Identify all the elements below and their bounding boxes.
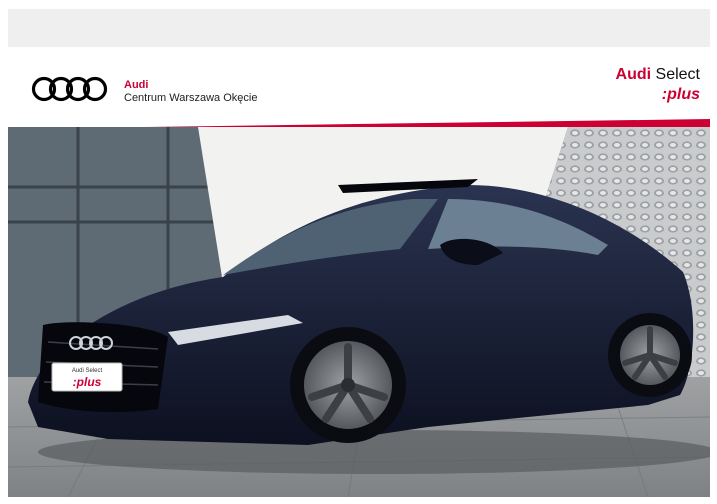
top-band bbox=[8, 9, 710, 47]
plate-line2: :plus bbox=[73, 375, 102, 389]
dealer-brand: Audi bbox=[124, 79, 149, 91]
audi-rings-icon[interactable] bbox=[31, 76, 109, 102]
dealer-label: Audi Centrum Warszawa Okęcie bbox=[124, 79, 257, 105]
dealer-header: Audi Centrum Warszawa Okęcie Audi Select… bbox=[8, 47, 710, 129]
car-photo-scene: Audi Select :plus bbox=[8, 127, 710, 497]
select-brand: Audi bbox=[615, 66, 652, 83]
plate-line1: Audi Select bbox=[72, 368, 103, 374]
audi-select-plus-logo: Audi Select :plus bbox=[616, 66, 700, 104]
plus-label: :plus bbox=[661, 86, 700, 103]
dealer-name: Centrum Warszawa Okęcie bbox=[124, 92, 258, 104]
car-photo[interactable]: Audi Select :plus bbox=[8, 127, 710, 497]
license-plate: Audi Select :plus bbox=[51, 362, 123, 392]
select-name: Select bbox=[655, 66, 700, 83]
